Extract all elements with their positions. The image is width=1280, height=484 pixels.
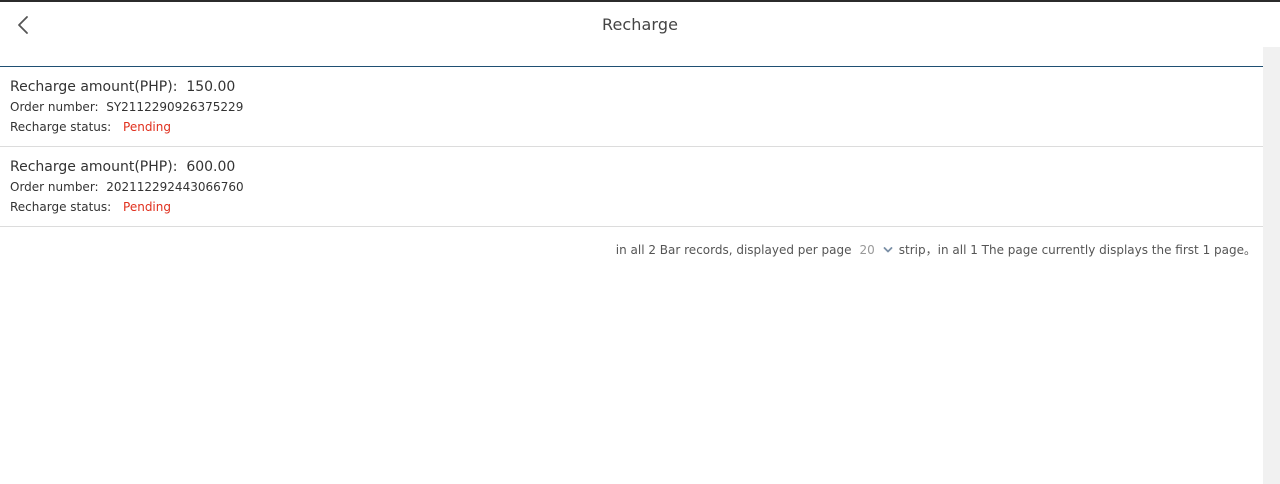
- recharge-status: Recharge status: Pending: [10, 120, 171, 134]
- recharge-amount: Recharge amount(PHP): 150.00: [10, 79, 236, 95]
- order-number-value: SY2112290926375229: [106, 100, 244, 114]
- recharge-status-label: Recharge status: [10, 200, 108, 214]
- order-number-label: Order number: [10, 100, 95, 114]
- order-number: Order number: SY2112290926375229: [10, 100, 244, 114]
- recharge-status: Recharge status: Pending: [10, 200, 171, 214]
- recharge-status-label: Recharge status: [10, 120, 108, 134]
- recharge-record-list: Recharge amount(PHP): 150.00 Order numbe…: [0, 66, 1263, 227]
- page-header: Recharge: [0, 2, 1280, 47]
- order-number-value: 202112292443066760: [106, 180, 244, 194]
- scrollbar[interactable]: [1263, 47, 1280, 484]
- pagination-suffix: strip，in all 1 The page currently displa…: [898, 243, 1256, 257]
- recharge-amount-label: Recharge amount(PHP): [10, 159, 173, 175]
- order-number-label: Order number: [10, 180, 95, 194]
- pagination-info: in all 2 Bar records, displayed per page…: [616, 241, 1256, 258]
- page-title: Recharge: [601, 15, 679, 34]
- order-number: Order number: 202112292443066760: [10, 180, 244, 194]
- page-size-select[interactable]: 20: [860, 243, 893, 257]
- recharge-amount-value: 150.00: [186, 79, 236, 95]
- recharge-amount-value: 600.00: [186, 159, 236, 175]
- status-badge: Pending: [123, 120, 171, 134]
- recharge-amount: Recharge amount(PHP): 600.00: [10, 159, 236, 175]
- recharge-record: Recharge amount(PHP): 150.00 Order numbe…: [0, 67, 1263, 147]
- page-size-value: 20: [859, 242, 875, 257]
- pagination-prefix: in all 2 Bar records, displayed per page: [615, 242, 852, 257]
- status-badge: Pending: [123, 200, 171, 214]
- recharge-record: Recharge amount(PHP): 600.00 Order numbe…: [0, 147, 1263, 227]
- chevron-down-icon: [883, 243, 893, 257]
- recharge-amount-label: Recharge amount(PHP): [10, 79, 173, 95]
